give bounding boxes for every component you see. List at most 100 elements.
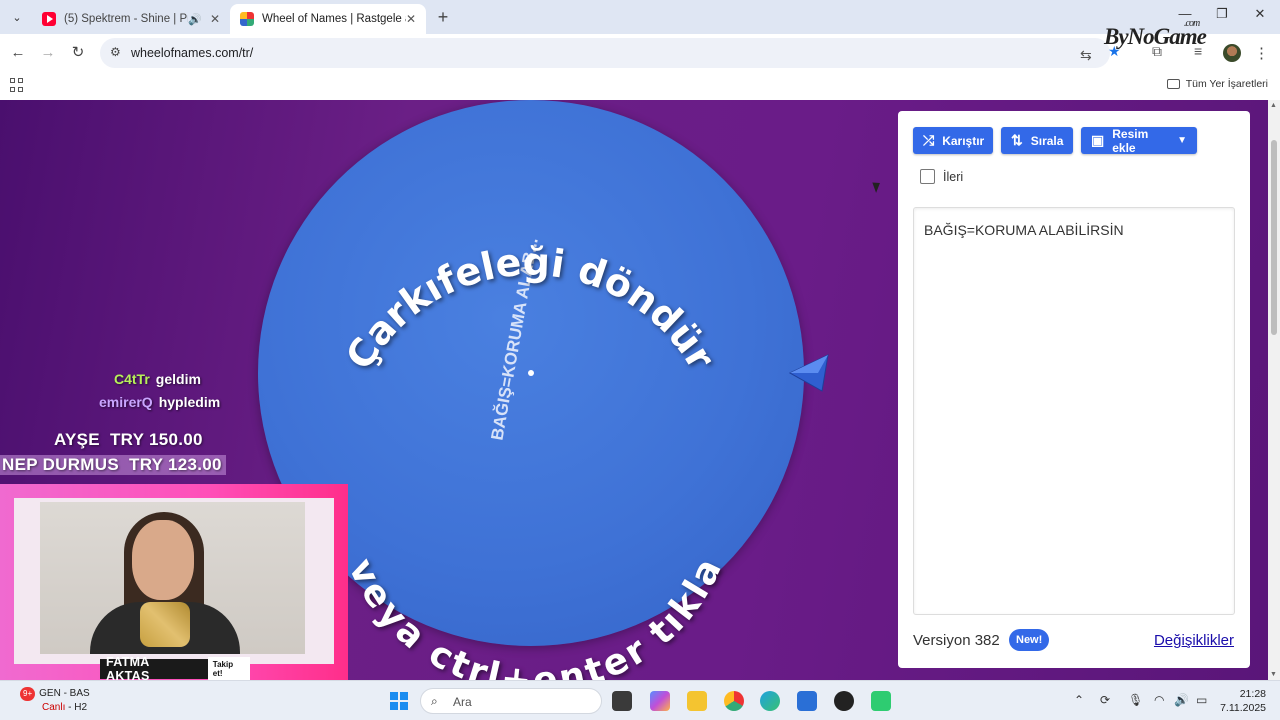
chrome-icon[interactable]	[724, 691, 744, 711]
microphone-icon[interactable]: 🎙	[1128, 693, 1143, 707]
clock-date: 7.11.2025	[1220, 702, 1266, 714]
copilot-icon[interactable]	[650, 691, 670, 711]
sort-icon: ⇅	[1011, 132, 1023, 148]
donation-entry: AYŞE TRY 150.00	[54, 430, 203, 450]
search-icon: ⌕	[431, 694, 438, 708]
donation-amount: TRY 150.00	[109, 430, 203, 449]
chat-message: emirerQ hypledim	[99, 394, 220, 410]
browser-toolbar: ← → ↻ ⚙ wheelofnames.com/tr/ ⇆ ★ ⧉ ≡	[0, 34, 1280, 72]
widgets-news[interactable]: 9+ GEN - BAS Canlı - H2	[20, 687, 90, 715]
new-tab-button[interactable]: +	[433, 7, 453, 28]
tab-strip: ⌄ (5) Spektrem - Shine | Prog 🔊 ✕ Wheel …	[0, 0, 1280, 34]
checkbox-box[interactable]	[920, 169, 935, 184]
scrollbar-thumb[interactable]	[1271, 140, 1277, 335]
streamer-scarf	[140, 602, 190, 647]
chat-text: geldim	[155, 371, 201, 387]
tab-title: Wheel of Names | Rastgele ad s	[262, 13, 406, 25]
donor-name: NEP DURMUS	[2, 455, 119, 474]
windows-taskbar: 9+ GEN - BAS Canlı - H2 ⌕ Ara ⌃ ⟳ 🎙 ◠ 🔊 ▭…	[0, 680, 1280, 720]
close-tab-icon[interactable]: ✕	[210, 12, 220, 26]
wheel-center	[528, 370, 534, 376]
address-bar[interactable]: ⚙ wheelofnames.com/tr/ ⇆	[100, 38, 1110, 68]
version-label: Versiyon 382	[913, 632, 1000, 649]
news-line1: GEN - BAS	[39, 688, 90, 699]
sort-button[interactable]: ⇅ Sırala	[1001, 127, 1073, 154]
file-explorer-icon[interactable]	[687, 691, 707, 711]
image-icon: ▣	[1091, 132, 1105, 148]
back-icon[interactable]: ←	[8, 43, 28, 63]
search-placeholder: Ara	[453, 695, 472, 709]
wheel-of-names-favicon-icon	[240, 12, 254, 26]
tab-spektrem[interactable]: (5) Spektrem - Shine | Prog 🔊 ✕	[32, 4, 230, 34]
edge-icon[interactable]	[760, 691, 780, 711]
close-window-icon[interactable]: ✕	[1245, 6, 1275, 22]
site-info-icon[interactable]: ⚙	[110, 45, 121, 59]
wheel-pointer-icon	[788, 354, 829, 392]
wifi-icon[interactable]: ◠	[1154, 693, 1164, 707]
task-view-icon[interactable]	[612, 691, 632, 711]
windows-start-icon[interactable]	[390, 692, 408, 710]
chat-username: C4tTr	[114, 371, 150, 387]
add-image-label: Resim ekle	[1112, 126, 1149, 155]
advanced-checkbox[interactable]: İleri	[920, 169, 963, 184]
battery-icon[interactable]: ▭	[1196, 693, 1207, 707]
entries-textarea[interactable]: BAĞIŞ=KORUMA ALABİLİRSİN	[913, 207, 1235, 615]
app-icon[interactable]	[834, 691, 854, 711]
restore-icon[interactable]: ❐	[1207, 6, 1237, 22]
translate-icon[interactable]: ⇆	[1080, 47, 1092, 64]
store-icon[interactable]	[797, 691, 817, 711]
chat-username: emirerQ	[99, 394, 153, 410]
shuffle-button[interactable]: ⤮ Karıştır	[913, 127, 993, 154]
forward-icon[interactable]: →	[38, 43, 58, 63]
reload-icon[interactable]: ↻	[68, 43, 88, 63]
streamer-name: FATMA AKTAŞ	[106, 655, 150, 683]
wheel-spin-prompt[interactable]: Çarkıfeleği döndür	[337, 240, 723, 378]
all-bookmarks-button[interactable]: Tüm Yer İşaretleri	[1166, 78, 1268, 90]
taskbar-search[interactable]: ⌕ Ara	[420, 688, 602, 714]
scroll-down-icon[interactable]: ▼	[1270, 671, 1277, 678]
menu-kebab-icon[interactable]: ⋮	[1254, 44, 1269, 62]
tab-wheel-of-names[interactable]: Wheel of Names | Rastgele ad s ✕	[230, 4, 426, 34]
chevron-down-icon: ▼	[1177, 135, 1187, 146]
chat-message: C4tTr geldim	[114, 371, 201, 387]
streamer-face	[132, 520, 194, 600]
wheel-top-text: Çarkıfeleği döndür	[337, 240, 723, 378]
sync-icon[interactable]: ⟳	[1100, 693, 1110, 707]
changes-link[interactable]: Değişiklikler	[1154, 632, 1234, 649]
volume-icon[interactable]: 🔊	[1174, 693, 1189, 707]
chat-text: hypledim	[158, 394, 221, 410]
url-text[interactable]: wheelofnames.com/tr/	[131, 46, 253, 60]
wheel-shortcut-prompt: veya ctrl+enter tıkla	[340, 553, 729, 680]
new-badge: New!	[1009, 629, 1050, 651]
all-bookmarks-label: Tüm Yer İşaretleri	[1185, 78, 1268, 90]
live-label: Canlı	[42, 702, 66, 713]
donation-entry: NEP DURMUS TRY 123.00	[0, 455, 226, 475]
advanced-label: İleri	[943, 169, 964, 184]
donor-name: AYŞE	[54, 430, 100, 449]
webcam-video	[40, 502, 305, 654]
shuffle-icon: ⤮	[923, 132, 935, 148]
youtube-icon	[42, 12, 56, 26]
entry-line[interactable]: BAĞIŞ=KORUMA ALABİLİRSİN	[924, 222, 1124, 238]
tab-title: (5) Spektrem - Shine | Prog	[64, 13, 188, 25]
scroll-up-icon[interactable]: ▲	[1270, 102, 1277, 109]
watermark-sub: .com	[1184, 18, 1200, 29]
close-tab-icon[interactable]: ✕	[406, 12, 416, 26]
tray-chevron-icon[interactable]: ⌃	[1074, 693, 1084, 707]
streamer-nameplate: FATMA AKTAŞ Takip et!	[100, 655, 250, 683]
page-scrollbar[interactable]: ▲ ▼	[1268, 100, 1280, 680]
bookmarks-bar: Tüm Yer İşaretleri	[0, 72, 1280, 100]
profile-avatar[interactable]	[1223, 44, 1241, 62]
speaker-icon[interactable]: 🔊	[188, 13, 202, 26]
news-line2: - H2	[65, 702, 88, 713]
webcam-border	[14, 498, 334, 664]
webcam-frame	[0, 484, 348, 680]
donation-amount: TRY 123.00	[129, 455, 222, 474]
clock-time: 21:28	[1239, 688, 1266, 700]
kick-app-icon[interactable]	[871, 691, 891, 711]
sort-label: Sırala	[1030, 133, 1064, 148]
apps-grid-icon[interactable]	[10, 78, 24, 92]
add-image-button[interactable]: ▣ Resim ekle ▼	[1081, 126, 1197, 155]
system-clock[interactable]: 21:28 7.11.2025	[1220, 687, 1266, 715]
tab-search-chevron-icon[interactable]: ⌄	[6, 7, 28, 27]
